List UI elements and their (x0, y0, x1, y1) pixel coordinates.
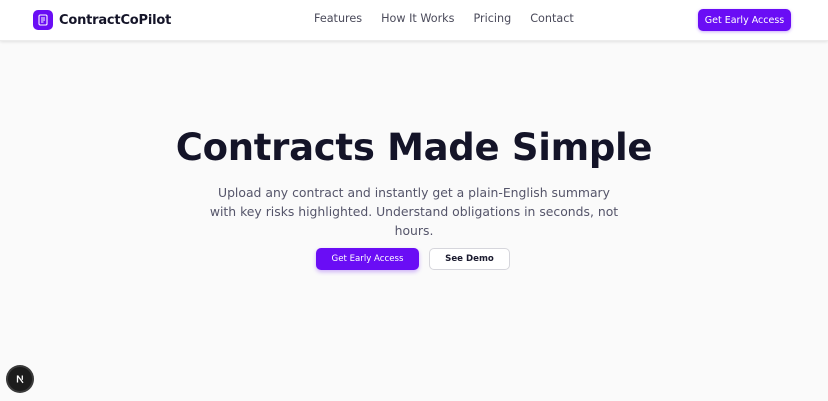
document-icon (33, 10, 53, 30)
brand[interactable]: ContractCoPilot (33, 10, 171, 30)
hero-title: Contracts Made Simple (175, 126, 653, 169)
nav-link-how-it-works[interactable]: How It Works (381, 12, 454, 25)
top-navbar: ContractCoPilot Features How It Works Pr… (0, 0, 828, 41)
hero-subtitle: Upload any contract and instantly get a … (209, 185, 619, 238)
nextjs-logo-icon[interactable] (8, 367, 32, 391)
nav-get-early-access-button[interactable]: Get Early Access (698, 9, 791, 31)
nav-link-features[interactable]: Features (314, 12, 362, 25)
nav-links: Features How It Works Pricing Contact (314, 12, 593, 25)
nav-link-pricing[interactable]: Pricing (473, 12, 511, 25)
see-demo-button[interactable]: See Demo (429, 248, 510, 270)
nav-link-contact[interactable]: Contact (530, 12, 574, 25)
brand-name: ContractCoPilot (59, 12, 172, 28)
hero-get-early-access-button[interactable]: Get Early Access (316, 248, 419, 270)
